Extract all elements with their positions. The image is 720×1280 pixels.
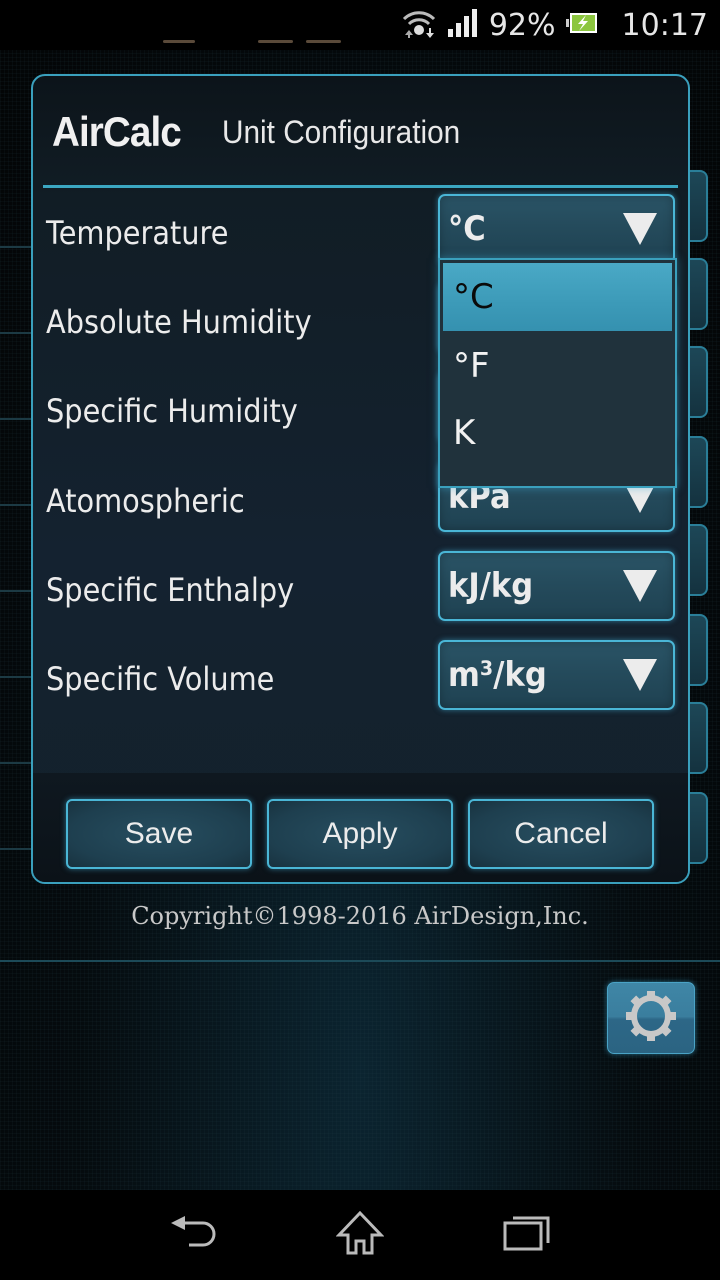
background-tab-indicator <box>258 40 293 43</box>
row-label: Atomospheric <box>46 481 245 520</box>
background-divider <box>0 590 32 592</box>
spinner-value: kJ/kg <box>448 566 534 606</box>
spinner-value: °C <box>448 209 486 249</box>
clock: 10:17 <box>621 7 708 43</box>
row-label: Specific Enthalpy <box>46 570 295 609</box>
copyright-text: Copyright©1998-2016 AirDesign,Inc. <box>131 902 589 930</box>
app-name: AirCalc <box>52 108 182 155</box>
navigation-bar <box>0 1190 720 1280</box>
background-field <box>690 258 708 330</box>
background-field <box>690 614 708 686</box>
background-divider <box>0 418 32 420</box>
dialog-header: AirCalc Unit Configuration <box>33 76 688 188</box>
battery-percent: 92% <box>488 7 556 43</box>
dropdown-arrow-icon <box>623 213 657 245</box>
temperature-unit-select[interactable]: °C <box>438 194 675 264</box>
recent-apps-icon <box>503 1215 551 1256</box>
background-divider <box>0 332 32 334</box>
background-field <box>690 346 708 418</box>
row-specific-volume: Specific Volume m³/kg <box>33 634 688 723</box>
settings-button[interactable] <box>607 982 695 1054</box>
background-divider <box>0 676 32 678</box>
background-field <box>690 524 708 596</box>
spinner-value: m³/kg <box>448 655 547 695</box>
recent-apps-button[interactable] <box>492 1205 562 1265</box>
row-label: Specific Humidity <box>46 391 298 430</box>
dropdown-arrow-icon <box>623 570 657 602</box>
background-divider <box>0 848 32 850</box>
gear-icon <box>624 989 678 1048</box>
specific-volume-unit-select[interactable]: m³/kg <box>438 640 675 710</box>
background-field <box>690 170 708 242</box>
cancel-button[interactable]: Cancel <box>468 799 654 869</box>
background-divider <box>0 504 32 506</box>
background-tab-indicator <box>306 40 341 43</box>
back-button[interactable] <box>158 1205 228 1265</box>
home-icon <box>335 1210 385 1260</box>
wifi-data-icon <box>401 8 437 43</box>
status-bar: 92% 10:17 <box>0 0 720 50</box>
row-label: Specific Volume <box>46 659 275 698</box>
battery-charging-icon <box>565 11 598 40</box>
dropdown-option-kelvin[interactable]: K <box>443 399 672 467</box>
dropdown-option-fahrenheit[interactable]: °F <box>443 332 672 400</box>
background-field <box>690 436 708 508</box>
back-icon <box>169 1215 217 1256</box>
background-divider <box>0 762 32 764</box>
save-button[interactable]: Save <box>66 799 252 869</box>
background-divider <box>0 960 720 962</box>
row-label: Temperature <box>46 213 229 252</box>
dropdown-option-celsius[interactable]: °C <box>443 263 672 331</box>
background-tab-indicator <box>163 40 195 43</box>
signal-icon <box>447 8 479 42</box>
row-specific-enthalpy: Specific Enthalpy kJ/kg <box>33 545 688 634</box>
dialog-button-bar: Save Apply Cancel <box>33 773 688 882</box>
dialog-title: Unit Configuration <box>222 113 461 150</box>
background-divider <box>0 246 32 248</box>
home-button[interactable] <box>325 1205 395 1265</box>
dropdown-arrow-icon <box>623 659 657 691</box>
background-field <box>690 702 708 774</box>
specific-enthalpy-unit-select[interactable]: kJ/kg <box>438 551 675 621</box>
apply-button[interactable]: Apply <box>267 799 453 869</box>
row-label: Absolute Humidity <box>46 302 312 341</box>
background-field <box>690 792 708 864</box>
temperature-dropdown-list: °C °F K <box>438 258 677 488</box>
